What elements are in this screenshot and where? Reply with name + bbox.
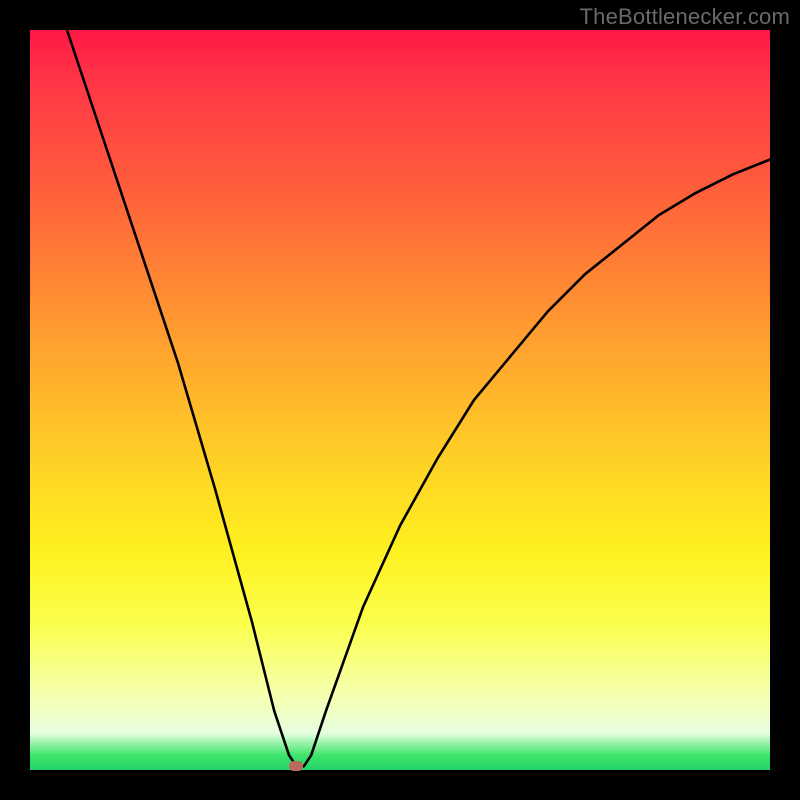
optimal-point-marker <box>289 761 303 771</box>
watermark-text: TheBottlenecker.com <box>580 4 790 30</box>
line-curve <box>30 30 770 770</box>
chart-frame: TheBottlenecker.com <box>0 0 800 800</box>
plot-area <box>30 30 770 770</box>
